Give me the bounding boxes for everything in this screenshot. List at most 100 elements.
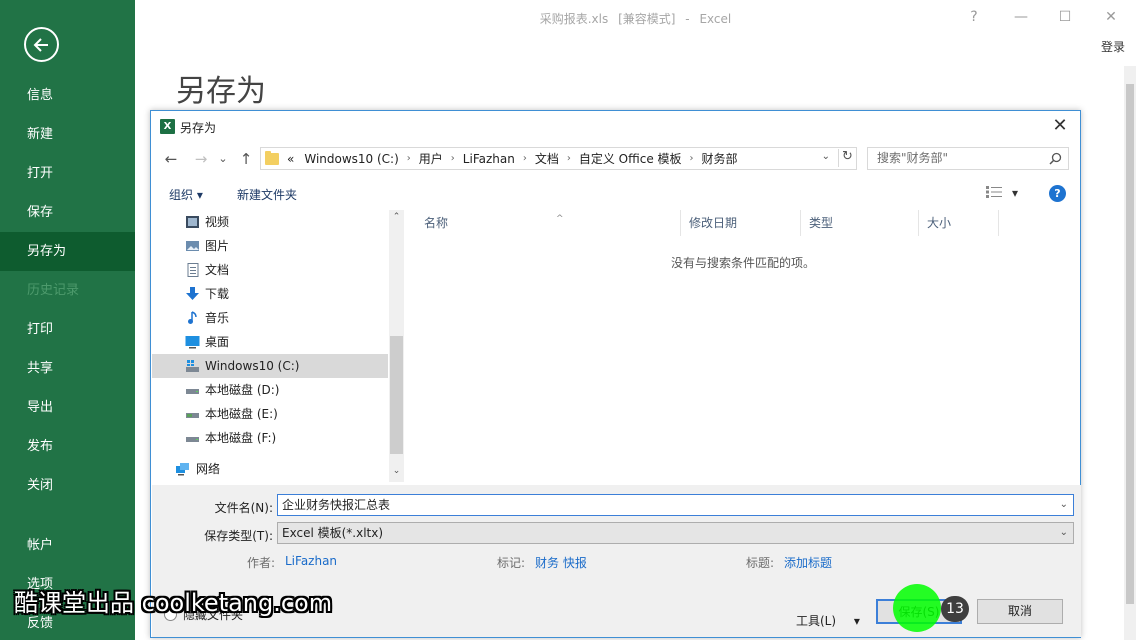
filename-label: 文件名(N): (214, 501, 273, 515)
breadcrumb-separator[interactable]: › (451, 153, 455, 164)
breadcrumb-finance[interactable]: 财务部 (702, 150, 738, 167)
tools-label: 工具(L) (796, 614, 837, 628)
watermark: 酷课堂出品 coolketang.com (14, 589, 333, 617)
column-name-label: 名称 (424, 216, 449, 230)
filename-value: 企业财务快报汇总表 (282, 498, 391, 512)
tree-item-drive-f[interactable]: 本地磁盘 (F:) (152, 426, 388, 450)
dialog-close-button[interactable]: ✕ (1048, 115, 1072, 137)
tree-item-drive-d[interactable]: 本地磁盘 (D:) (152, 378, 388, 402)
nav-open[interactable]: 打开 (0, 154, 135, 193)
sort-caret-icon: ^ (556, 214, 564, 224)
column-modified[interactable]: 修改日期 (681, 210, 801, 236)
tree-item-drive-c[interactable]: Windows10 (C:) (152, 354, 388, 378)
scroll-up-icon[interactable]: ⌃ (389, 212, 404, 222)
title-value[interactable]: 添加标题 (784, 554, 832, 571)
nav-save-as[interactable]: 另存为 (0, 232, 135, 271)
column-name[interactable]: 名称 ^ (416, 210, 681, 236)
view-dropdown-icon[interactable]: ▾ (1012, 186, 1018, 200)
nav-export[interactable]: 导出 (0, 388, 135, 427)
chevron-down-icon[interactable]: ⌄ (1060, 495, 1068, 515)
backstage-scrollbar[interactable] (1124, 66, 1136, 640)
nav-new[interactable]: 新建 (0, 115, 135, 154)
tree-item-videos[interactable]: 视频 (152, 210, 388, 234)
tree-item-label: 桌面 (205, 335, 230, 349)
view-options-icon[interactable] (986, 186, 1002, 198)
tree-item-downloads[interactable]: 下载 (152, 282, 388, 306)
scrollbar-thumb[interactable] (390, 336, 403, 454)
breadcrumb-templates[interactable]: 自定义 Office 模板 (579, 150, 682, 167)
tree-item-pictures[interactable]: 图片 (152, 234, 388, 258)
nav-save[interactable]: 保存 (0, 193, 135, 232)
organize-button[interactable]: 组织 ▾ (169, 186, 203, 203)
search-icon (1049, 152, 1062, 165)
chevron-down-icon[interactable]: ⌄ (1060, 523, 1068, 543)
column-size[interactable]: 大小 (919, 210, 999, 236)
login-link[interactable]: 登录 (1101, 38, 1125, 55)
refresh-icon[interactable]: ↻ (838, 149, 856, 167)
tree-item-drive-e[interactable]: 本地磁盘 (E:) (152, 402, 388, 426)
column-type[interactable]: 类型 (801, 210, 919, 236)
help-icon[interactable]: ? (1049, 185, 1066, 202)
breadcrumb-user[interactable]: LiFazhan (463, 152, 515, 166)
back-nav-button[interactable]: ← (161, 149, 181, 169)
tools-button[interactable]: 工具(L) ▾ (796, 612, 860, 629)
arrow-left-icon (33, 37, 48, 52)
scrollbar-thumb[interactable] (1126, 84, 1134, 604)
recent-locations-button[interactable]: ⌄ (213, 149, 233, 169)
nav-print[interactable]: 打印 (0, 310, 135, 349)
nav-publish[interactable]: 发布 (0, 427, 135, 466)
address-dropdown-icon[interactable]: ⌄ (822, 151, 830, 162)
tree-item-desktop[interactable]: 桌面 (152, 330, 388, 354)
new-folder-button[interactable]: 新建文件夹 (237, 186, 297, 203)
dialog-title-bar: X 另存为 ✕ (151, 111, 1080, 141)
dialog-title: 另存为 (180, 121, 217, 135)
minimize-button[interactable]: — (1008, 6, 1034, 28)
search-input[interactable]: 搜索"财务部" (867, 147, 1069, 170)
nav-close[interactable]: 关闭 (0, 466, 135, 505)
nav-info[interactable]: 信息 (0, 76, 135, 115)
tree-item-music[interactable]: 音乐 (152, 306, 388, 330)
forward-nav-button[interactable]: → (191, 149, 211, 169)
close-window-button[interactable]: ✕ (1098, 6, 1124, 28)
network-icon (176, 463, 189, 476)
filetype-select[interactable]: Excel 模板(*.xltx) ⌄ (277, 522, 1074, 544)
breadcrumb-overflow[interactable]: « (287, 152, 294, 166)
step-badge: 13 (941, 596, 969, 622)
tags-label: 标记: (497, 556, 526, 570)
navpane-scrollbar[interactable]: ⌃ ⌄ (389, 210, 404, 482)
back-button[interactable] (24, 27, 59, 62)
author-value[interactable]: LiFazhan (285, 554, 337, 568)
breadcrumb-separator[interactable]: › (690, 153, 694, 164)
nav-share[interactable]: 共享 (0, 349, 135, 388)
window-mode: [兼容模式] (618, 12, 676, 26)
pictures-icon (186, 241, 199, 251)
nav-history: 历史记录 (27, 283, 80, 298)
breadcrumb-separator[interactable]: › (407, 153, 411, 164)
nav-account[interactable]: 帐户 (0, 526, 135, 565)
navigation-row: ← → ⌄ ↑ « Windows10 (C:) › 用户 › LiFazhan… (151, 145, 1080, 173)
filetype-label: 保存类型(T): (204, 529, 273, 543)
tree-item-label: 网络 (196, 462, 221, 476)
cancel-button[interactable]: 取消 (977, 599, 1063, 624)
filename-input[interactable]: 企业财务快报汇总表 ⌄ (277, 494, 1074, 516)
maximize-button[interactable]: ☐ (1052, 6, 1078, 28)
up-folder-button[interactable]: ↑ (236, 149, 256, 169)
backstage-sidebar: 信息 新建 打开 保存 另存为 历史记录 打印 共享 导出 发布 关闭 帐户 选… (0, 0, 135, 640)
video-icon (186, 216, 199, 228)
breadcrumb-documents[interactable]: 文档 (535, 150, 559, 167)
tree-item-network[interactable]: 网络 (152, 457, 388, 481)
scroll-down-icon[interactable]: ⌄ (389, 466, 404, 476)
navigation-pane: 视频 图片 文档 下载 音乐 桌面 Windows10 (C:) 本地磁盘 (D… (152, 210, 404, 482)
empty-message: 没有与搜索条件匹配的项。 (670, 256, 815, 270)
breadcrumb-separator[interactable]: › (523, 153, 527, 164)
breadcrumb-separator[interactable]: › (567, 153, 571, 164)
help-window-button[interactable]: ? (961, 6, 987, 28)
author-label: 作者: (247, 556, 276, 570)
breadcrumb-users[interactable]: 用户 (419, 150, 443, 167)
drive-icon (186, 413, 199, 418)
tags-value[interactable]: 财务 快报 (535, 554, 587, 571)
tree-item-label: 本地磁盘 (D:) (205, 383, 280, 397)
address-bar[interactable]: « Windows10 (C:) › 用户 › LiFazhan › 文档 › … (260, 147, 857, 170)
tree-item-documents[interactable]: 文档 (152, 258, 388, 282)
breadcrumb-drive[interactable]: Windows10 (C:) (304, 152, 398, 166)
